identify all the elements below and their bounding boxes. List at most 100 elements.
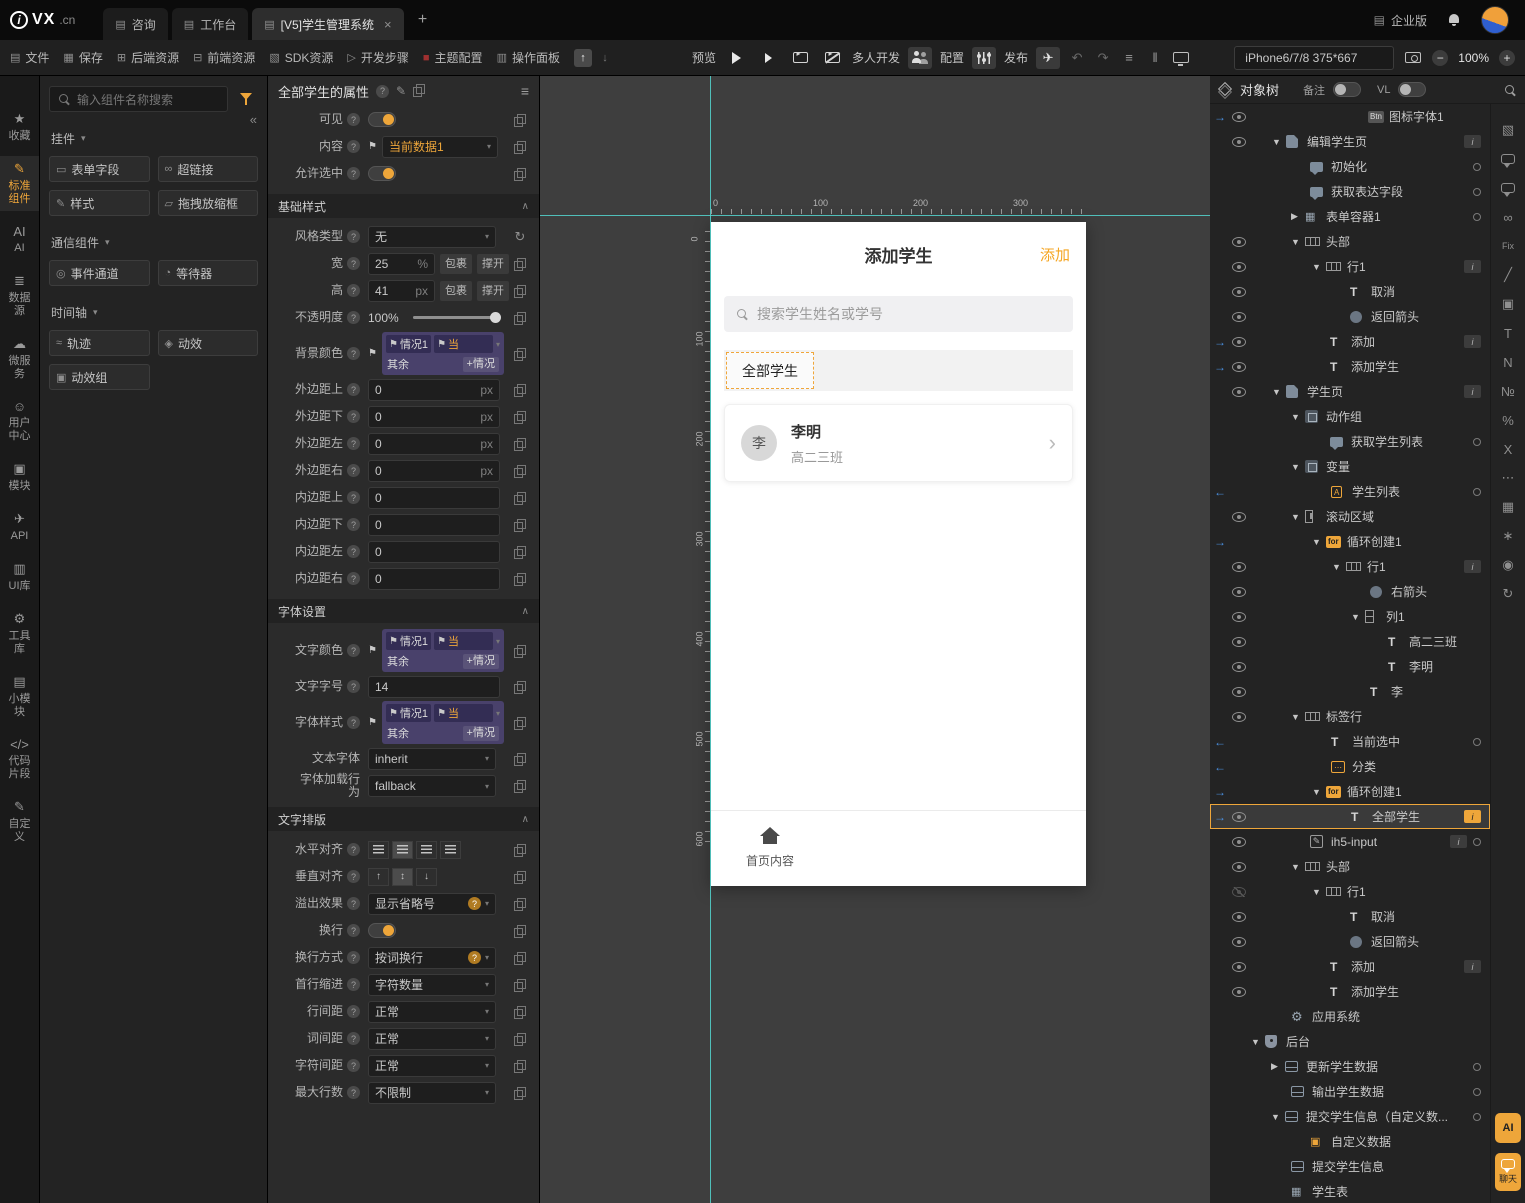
zoom-in-button[interactable]: + [1499, 49, 1515, 66]
expand-open-toggle[interactable]: ▼ [1291, 462, 1305, 472]
tool-ruler-icon[interactable]: ╱ [1498, 267, 1518, 283]
add-case-button[interactable]: +情况 [462, 725, 499, 741]
event-out-arrow-icon[interactable] [1210, 485, 1230, 499]
add-case-button[interactable]: +情况 [462, 356, 499, 372]
tree-node[interactable]: ▼ 动作组 [1210, 404, 1490, 429]
tree-node[interactable]: ▼ 编辑学生页 i [1210, 129, 1490, 154]
nav-home[interactable]: 首页内容 [733, 827, 807, 869]
input-box[interactable]: 0 px [368, 459, 500, 482]
input-box[interactable]: 25% [368, 252, 435, 275]
question-icon[interactable]: ? [347, 1005, 360, 1018]
event-circle-icon[interactable] [1473, 1062, 1481, 1071]
sidebar-item-data-source[interactable]: ≣ 数据源 [0, 268, 39, 323]
event-circle-icon[interactable] [1473, 487, 1481, 496]
visibility-eye-icon[interactable] [1232, 711, 1246, 722]
copy-icon[interactable] [514, 870, 526, 884]
question-icon[interactable]: ? [347, 545, 360, 558]
tree-node[interactable]: ▼ 头部 [1210, 229, 1490, 254]
visibility-eye-icon[interactable] [1232, 961, 1246, 972]
sidebar-item-ui-lib[interactable]: ▥ UI库 [0, 556, 39, 598]
event-circle-icon[interactable] [1473, 837, 1481, 846]
question-icon[interactable]: ? [347, 680, 360, 693]
tree-node[interactable]: T 添加 i [1210, 954, 1490, 979]
visibility-eye-icon[interactable] [1232, 361, 1246, 372]
publish-button[interactable]: ✈ [1036, 46, 1061, 69]
valign-top-icon[interactable]: ↑ [368, 867, 389, 886]
screen-cast-off-button[interactable] [820, 47, 844, 69]
question-icon[interactable]: ? [347, 924, 360, 937]
input-box[interactable]: 41 px [368, 279, 435, 302]
visibility-eye-icon[interactable] [1232, 136, 1246, 147]
tree-node[interactable]: T 添加学生 [1210, 354, 1490, 379]
sidebar-item-tool-lib[interactable]: ⚙ 工具库 [0, 606, 39, 661]
tree-node[interactable]: ✎ ih5-input i [1210, 829, 1490, 854]
ai-assistant-button[interactable]: AI [1495, 1113, 1521, 1143]
tab-1[interactable]: ▤ 咨询 [103, 8, 168, 40]
user-avatar[interactable] [1481, 6, 1509, 34]
select-box[interactable]: 正常 ▾ [368, 1000, 496, 1023]
copy-icon[interactable] [514, 1005, 526, 1019]
sidebar-item-small-module[interactable]: ▤ 小模块 [0, 669, 39, 724]
wrap-button[interactable]: 包裹 [440, 280, 472, 301]
tab-3[interactable]: ▤ [V5]学生管理系统 × [252, 8, 404, 40]
question-icon[interactable]: ? [347, 383, 360, 396]
copy-icon[interactable] [514, 572, 526, 586]
visibility-eye-icon[interactable] [1232, 236, 1246, 247]
select-box[interactable]: 不限制 ▾ [368, 1081, 496, 1104]
tree-node[interactable]: ▣ 自定义数据 [1210, 1129, 1490, 1154]
align-center-icon[interactable] [392, 840, 413, 859]
tree-node[interactable]: T 取消 [1210, 904, 1490, 929]
copy-icon[interactable] [514, 383, 526, 397]
case-chip[interactable]: ⚑ 情况1 [385, 704, 432, 722]
event-in-arrow-icon[interactable] [1210, 360, 1230, 374]
info-badge-icon[interactable]: i [1464, 385, 1481, 398]
tool-text-icon[interactable]: T [1498, 325, 1518, 341]
condition-widget[interactable]: ⚑ 情况1 ⚑ 当 ▾ 其余 +情况 [381, 629, 504, 672]
tool-asterisk-icon[interactable]: ∗ [1498, 528, 1518, 544]
expand-open-toggle[interactable]: ▼ [1312, 262, 1326, 272]
tree-node[interactable]: T 全部学生 i [1210, 804, 1490, 829]
tab-2[interactable]: ▤ 工作台 [171, 8, 249, 40]
expand-open-toggle[interactable]: ▼ [1291, 862, 1305, 872]
question-icon[interactable]: ? [347, 1059, 360, 1072]
tool-percent-icon[interactable]: % [1498, 412, 1518, 428]
visibility-eye-icon[interactable] [1232, 936, 1246, 947]
copy-icon[interactable] [514, 1059, 526, 1073]
event-in-arrow-icon[interactable] [1210, 785, 1230, 799]
distribute-icon[interactable]: ‖ [1146, 50, 1164, 65]
tool-x-icon[interactable]: X [1498, 441, 1518, 457]
question-icon[interactable]: ? [347, 518, 360, 531]
input-box[interactable]: 0 [368, 513, 500, 536]
component-form-field[interactable]: ▭ 表单字段 [49, 156, 150, 182]
event-in-arrow-icon[interactable] [1210, 810, 1230, 824]
tree-node[interactable]: T 高二三班 [1210, 629, 1490, 654]
question-icon[interactable]: ? [347, 1086, 360, 1099]
input-box[interactable]: 0 px [368, 432, 500, 455]
component-motion[interactable]: ◈ 动效 [157, 330, 258, 356]
event-circle-icon[interactable] [1473, 437, 1481, 446]
tree-node[interactable]: 初始化 [1210, 154, 1490, 179]
component-style[interactable]: ✎ 样式 [49, 190, 150, 216]
component-track[interactable]: ≈ 轨迹 [49, 330, 150, 356]
expand-open-toggle[interactable]: ▼ [1271, 1112, 1285, 1122]
tree-node[interactable]: ▦ 学生表 [1210, 1179, 1490, 1203]
save-button[interactable]: ▦ 保存 [63, 49, 102, 66]
device-select[interactable]: iPhone6/7/8 375*667 [1234, 45, 1395, 70]
copy-icon[interactable] [514, 491, 526, 505]
align-right-icon[interactable] [416, 840, 437, 859]
select-box[interactable]: 按词换行? ▾ [368, 946, 496, 969]
event-circle-icon[interactable] [1473, 1087, 1481, 1096]
info-badge-icon[interactable]: i [1464, 260, 1481, 273]
copy-icon[interactable] [514, 1032, 526, 1046]
copy-icon[interactable] [514, 951, 526, 965]
multi-dev-button[interactable] [908, 46, 933, 69]
align-justify-icon[interactable] [440, 840, 461, 859]
visibility-eye-icon[interactable] [1232, 661, 1246, 672]
tool-fix-icon[interactable]: Fix [1498, 238, 1518, 254]
move-down-button[interactable]: ↓ [596, 49, 614, 67]
event-out-arrow-icon[interactable] [1210, 735, 1230, 749]
condition-widget[interactable]: ⚑ 情况1 ⚑ 当 ▾ 其余 +情况 [381, 332, 504, 375]
copy-icon[interactable] [514, 113, 526, 127]
question-icon[interactable]: ? [347, 870, 360, 883]
copy-icon[interactable] [514, 464, 526, 478]
